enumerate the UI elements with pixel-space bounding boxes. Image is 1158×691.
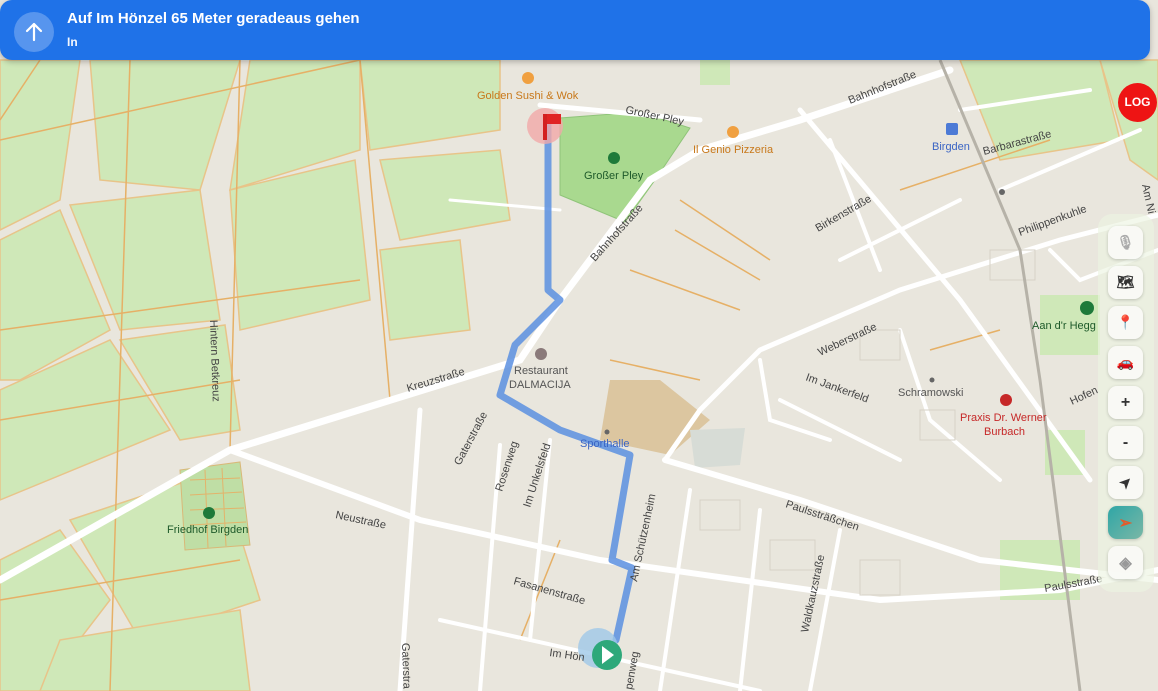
poi-label: DALMACIJA (509, 379, 571, 391)
poi-label: Großer Pley (584, 170, 644, 182)
park-icon (608, 152, 620, 164)
zoom-out-button[interactable]: - (1108, 426, 1143, 459)
dot-icon (604, 429, 610, 435)
park-icon (1080, 301, 1094, 315)
destination-flag[interactable] (527, 108, 563, 144)
send-icon: ➢ (1118, 514, 1133, 532)
poi-label: Restaurant (514, 365, 568, 377)
microphone-button[interactable]: 🎙 (1108, 226, 1143, 259)
car-button[interactable]: 🚗 (1108, 346, 1143, 379)
pin-button[interactable]: 📍 (1108, 306, 1143, 339)
street-label: Gaterstra (399, 643, 413, 690)
instruction-title: Auf Im Hönzel 65 Meter geradeaus gehen (67, 10, 360, 27)
parking (690, 428, 745, 468)
poi-label: Schramowski (898, 387, 963, 399)
layers-button[interactable]: ◈ (1108, 546, 1143, 579)
restaurant-icon (535, 348, 547, 360)
send-button[interactable]: ➢ (1108, 506, 1143, 539)
poi-label: Friedhof Birgden (167, 524, 248, 536)
zoom-in-button[interactable]: + (1108, 386, 1143, 419)
plus-icon: + (1120, 393, 1131, 411)
navigation-instruction-banner: Auf Im Hönzel 65 Meter geradeaus gehen I… (0, 0, 1150, 60)
instruction-subtitle: In (67, 35, 78, 49)
map-button[interactable]: 🗺 (1108, 266, 1143, 299)
navigate-button[interactable]: ➤ (1108, 466, 1143, 499)
minus-icon: - (1122, 433, 1129, 451)
dot-icon (929, 377, 935, 383)
doctor-icon (1000, 394, 1012, 406)
layers-icon: ◈ (1119, 554, 1132, 572)
poi-label: Praxis Dr. Werner (960, 412, 1047, 424)
poi-label: Sporthalle (580, 438, 630, 450)
arrow-up-icon (14, 12, 54, 52)
restaurant-icon (727, 126, 739, 138)
car-icon: 🚗 (1116, 354, 1135, 370)
train-station-icon (946, 123, 958, 135)
microphone-icon: 🎙 (1116, 234, 1135, 250)
cemetery-icon (203, 507, 215, 519)
poi-label: Aan d'r Hegg (1032, 320, 1096, 332)
poi-label: Birgden (932, 141, 970, 153)
map-icon: 🗺 (1116, 274, 1135, 290)
pin-icon: 📍 (1116, 314, 1135, 330)
navigation-arrow-icon: ➤ (1115, 472, 1135, 492)
restaurant-icon (522, 72, 534, 84)
poi-label: Burbach (984, 426, 1025, 438)
map-canvas[interactable]: Bahnhofstraße Bahnhofstraße Großer Pley … (0, 0, 1158, 691)
dot-icon (999, 189, 1005, 195)
poi-label: Golden Sushi & Wok (477, 90, 579, 102)
log-button[interactable]: LOG (1118, 83, 1157, 122)
poi-label: Il Genio Pizzeria (693, 144, 774, 156)
